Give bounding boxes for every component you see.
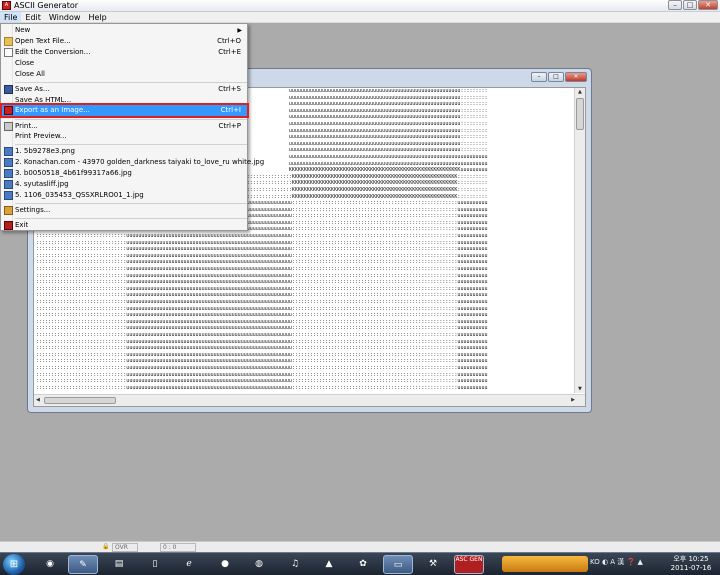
document-minimize-icon[interactable]: – [531,72,547,82]
media-icon[interactable]: ◍ [244,555,274,574]
media-player-icon[interactable]: ◉ [35,555,65,574]
title-bar: A ASCII Generator – □ ✕ [0,0,720,12]
scroll-right-icon[interactable]: ▶ [571,397,575,403]
scroll-down-icon[interactable]: ▼ [578,386,582,392]
image-file-icon [4,180,13,189]
image-file-icon [4,169,13,178]
firefox-icon[interactable]: ● [210,555,240,574]
maximize-icon[interactable]: □ [683,0,697,10]
music-icon[interactable]: ♫ [280,555,310,574]
document-window-controls: – □ ✕ [530,72,587,82]
scroll-up-icon[interactable]: ▲ [578,89,582,95]
overwrite-indicator: OVR [112,543,138,552]
taskbar: ⊞ ◉ ✎ ▤ ▯ ℯ ● ◍ ♫ ▲ ✿ ▭ ⚒ ASC GEN KO ◐ A… [0,552,720,575]
edit-icon [4,48,13,57]
exit-icon [4,221,13,230]
minimize-icon[interactable]: – [668,0,682,10]
menu-separator [15,82,247,83]
menu-item-export-image[interactable]: Export as an Image... Ctrl+I [0,103,249,118]
lock-icon: 🔒 [102,543,110,550]
horizontal-scrollbar[interactable]: ◀ ▶ [34,394,585,406]
document-close-icon[interactable]: ✕ [565,72,587,82]
submenu-arrow-icon: ▶ [237,27,242,34]
window-controls: – □ ✕ [667,0,718,10]
ascgen-taskbar-button[interactable]: ASC GEN [454,555,484,574]
horizontal-scroll-thumb[interactable] [44,397,116,404]
close-icon[interactable]: ✕ [698,0,718,10]
menu-item-recent-4[interactable]: 4. syutasliff.jpg [2,179,247,190]
save-icon [4,85,13,94]
menu-item-exit[interactable]: Exit [2,220,247,231]
ime-indicator[interactable]: KO ◐ A 漢 ❓ ▲ [590,557,643,567]
app-taskbar-icon[interactable]: ✎ [68,555,98,574]
menu-bar: File Edit Window Help [0,12,720,23]
window-title: ASCII Generator [14,1,79,10]
status-bar: 🔒 OVR 0 : 0 [0,541,720,552]
export-image-icon [4,106,13,115]
menu-separator [15,218,247,219]
menu-item-recent-5[interactable]: 5. 1106_035453_QSSXRLRO01_1.jpg [2,190,247,201]
internet-explorer-icon[interactable]: ℯ [174,555,204,574]
image-file-icon [4,147,13,156]
scroll-left-icon[interactable]: ◀ [36,397,40,403]
document-maximize-icon[interactable]: □ [548,72,564,82]
menu-window[interactable]: Window [45,12,85,22]
menu-item-settings[interactable]: Settings... [2,205,247,216]
menu-item-close[interactable]: Close [2,58,247,69]
start-button[interactable]: ⊞ [3,554,25,575]
menu-item-recent-3[interactable]: 3. b0050518_4b61f99317a66.jpg [2,168,247,179]
clock-time: 오후 10:25 [673,555,709,563]
folder-icon [4,37,13,46]
menu-separator [15,203,247,204]
image-file-icon [4,191,13,200]
settings-icon [4,206,13,215]
menu-item-save-as[interactable]: Save As... Ctrl+S [2,84,247,95]
file-menu-dropdown: New ▶ Open Text File... Ctrl+O Edit the … [0,23,264,231]
tool-icon[interactable]: ⚒ [418,555,448,574]
printer-icon [4,122,13,131]
paint-icon[interactable]: ✿ [348,555,378,574]
document-icon[interactable]: ▯ [140,555,170,574]
menu-item-print-preview[interactable]: Print Preview... [2,131,247,142]
app-icon: A [2,1,11,10]
menu-item-recent-1[interactable]: 1. 5b9278e3.png [2,146,247,157]
vertical-scroll-thumb[interactable] [576,98,584,130]
menu-separator [15,144,247,145]
menu-item-new[interactable]: New ▶ [2,25,247,36]
system-clock[interactable]: 오후 10:25 2011-07-16 [664,555,718,573]
media-tray-widget[interactable] [502,556,588,572]
warning-app-icon[interactable]: ▲ [314,555,344,574]
notes-icon[interactable]: ▤ [104,555,134,574]
menu-file[interactable]: File [0,12,22,22]
clock-date: 2011-07-16 [670,564,712,572]
cursor-position: 0 : 0 [160,543,196,552]
menu-item-recent-2[interactable]: 2. Konachan.com - 43970 golden_darkness … [2,157,264,168]
menu-item-open-text-file[interactable]: Open Text File... Ctrl+O [2,36,247,47]
menu-help[interactable]: Help [84,12,110,22]
folder-taskbar-icon[interactable]: ▭ [383,555,413,574]
menu-item-close-all[interactable]: Close All [2,69,247,80]
menu-separator [15,119,247,120]
menu-item-edit-conversion[interactable]: Edit the Conversion... Ctrl+E [2,47,247,58]
image-file-icon [4,158,13,167]
menu-edit[interactable]: Edit [21,12,45,22]
vertical-scrollbar[interactable]: ▲ ▼ [574,88,585,393]
